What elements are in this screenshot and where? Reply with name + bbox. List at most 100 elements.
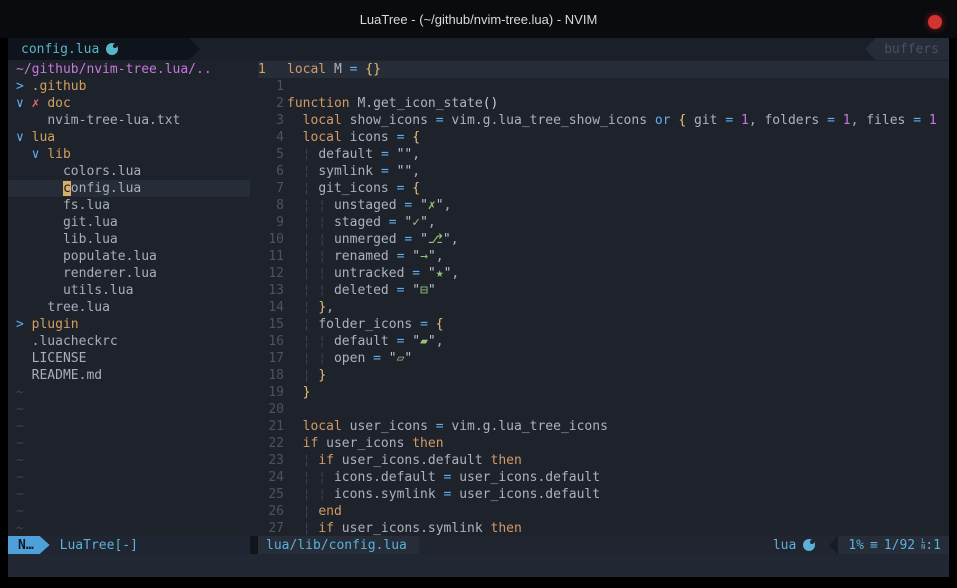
tab-config-lua[interactable]: config.lua [8,38,200,60]
code-line[interactable]: 10 ¦ ¦ unmerged = "⎇", [258,231,949,248]
code-line[interactable]: 23 ¦ if user_icons.default then [258,452,949,469]
code-line[interactable]: 1local M = {} [258,61,949,78]
line-number: 11 [258,248,284,265]
filetype-label: lua [773,538,796,553]
token [287,130,303,145]
token [287,436,303,451]
tree-row[interactable]: config.lua [8,180,250,197]
code-line[interactable]: 3 local show_icons = vim.g.lua_tree_show… [258,112,949,129]
empty-line-tilde: ~ [16,453,24,468]
token: } [318,300,326,315]
token: " [389,351,397,366]
empty-line-tilde: ~ [16,436,24,451]
tree-row[interactable]: tree.lua [8,299,250,316]
code-line[interactable]: 6 ¦ symlink = "", [258,163,949,180]
empty-line-tilde: ~ [16,521,24,536]
file-name: tree.lua [47,300,110,315]
tree-row[interactable]: > .github [8,78,250,95]
token: then [412,436,443,451]
file-name: LICENSE [32,351,87,366]
code-line[interactable]: 4 local icons = { [258,129,949,146]
code-line[interactable]: 24 ¦ ¦ icons.default = user_icons.defaul… [258,469,949,486]
tree-row[interactable]: ∨ lib [8,146,250,163]
code-line[interactable]: 17 ¦ ¦ open = "▱" [258,350,949,367]
tree-row[interactable]: git.lua [8,214,250,231]
code-line[interactable]: 21 local user_icons = vim.g.lua_tree_ico… [258,418,949,435]
buffers-text: buffers [884,42,939,57]
token: 1 [843,113,851,128]
code-line[interactable]: 16 ¦ ¦ default = "▰", [258,333,949,350]
code-line[interactable]: 19 } [258,384,949,401]
token: " [412,283,420,298]
indent-guide: ¦ ¦ [303,334,334,349]
token: user_icons [350,419,436,434]
code-line[interactable]: 8 ¦ ¦ unstaged = "✗", [258,197,949,214]
file-name: git.lua [63,215,118,230]
code-lines: 1local M = {}12function M.get_icon_state… [258,61,949,537]
indent-guide: ¦ ¦ [303,198,334,213]
code-line[interactable]: 14 ¦ }, [258,299,949,316]
token: show_icons [350,113,436,128]
token: M [334,62,350,77]
code-line[interactable]: 26 ¦ end [258,503,949,520]
token: } [303,385,311,400]
tree-row[interactable]: README.md [8,367,250,384]
tree-filler-row: ~ [8,469,250,486]
folder-name: doc [47,96,70,111]
code-line[interactable]: 18 ¦ } [258,367,949,384]
token: = [444,487,460,502]
tabline-buffers-label[interactable]: buffers [865,38,949,60]
indent-guide: ¦ [303,521,319,536]
close-button[interactable] [928,15,942,29]
tree-row[interactable]: nvim-tree-lua.txt [8,112,250,129]
tree-row[interactable]: lib.lua [8,231,250,248]
code-line[interactable]: 20 [258,401,949,418]
code-line[interactable]: 25 ¦ ¦ icons.symlink = user_icons.defaul… [258,486,949,503]
indent [16,249,63,264]
tree-row[interactable]: ∨ lua [8,129,250,146]
code-line[interactable]: 1 [258,78,949,95]
tree-row[interactable]: > plugin [8,316,250,333]
code-line[interactable]: 27 ¦ if user_icons.symlink then [258,520,949,537]
code-line[interactable]: 11 ¦ ¦ renamed = "→", [258,248,949,265]
string-icon-glyph: ★ [436,266,444,281]
tree-row[interactable]: renderer.lua [8,265,250,282]
tree-row[interactable]: populate.lua [8,248,250,265]
code-text: ¦ ¦ unstaged = "✗", [287,197,451,214]
string-icon-glyph: ✗ [428,198,436,213]
token: = [397,283,413,298]
code-line[interactable]: 2function M.get_icon_state() [258,95,949,112]
code-line[interactable]: 13 ¦ ¦ deleted = "⊟" [258,282,949,299]
token [287,385,303,400]
code-text: if user_icons then [287,435,444,452]
token: = [913,113,929,128]
tree-row[interactable]: .luacheckrc [8,333,250,350]
code-line[interactable]: 15 ¦ folder_icons = { [258,316,949,333]
code-text: ¦ ¦ unmerged = "⎇", [287,231,459,248]
tree-rows: ~/github/nvim-tree.lua/..> .github∨ ✗ do… [8,61,250,537]
tree-row[interactable]: ~/github/nvim-tree.lua/.. [8,61,250,78]
code-line[interactable]: 7 ¦ git_icons = { [258,180,949,197]
code-line[interactable]: 9 ¦ ¦ staged = "✓", [258,214,949,231]
tree-row[interactable]: LICENSE [8,350,250,367]
token [287,249,303,264]
tree-row[interactable]: utils.lua [8,282,250,299]
file-name: nvim-tree-lua.txt [47,113,180,128]
tree-row[interactable]: fs.lua [8,197,250,214]
code-line[interactable]: 5 ¦ default = "", [258,146,949,163]
string-icon-glyph: ✓ [412,215,420,230]
token: if [318,521,341,536]
token: untracked [334,266,412,281]
code-line[interactable]: 12 ¦ ¦ untracked = "★", [258,265,949,282]
tree-row[interactable]: colors.lua [8,163,250,180]
token: local [287,62,334,77]
code-line[interactable]: 22 if user_icons then [258,435,949,452]
token: = [397,249,413,264]
tree-row[interactable]: ∨ ✗ doc [8,95,250,112]
code-text: ¦ } [287,367,326,384]
command-line[interactable] [8,554,949,577]
token: = [412,266,428,281]
token: " [428,266,436,281]
token: = [827,113,843,128]
code-text: ¦ if user_icons.symlink then [287,520,522,537]
